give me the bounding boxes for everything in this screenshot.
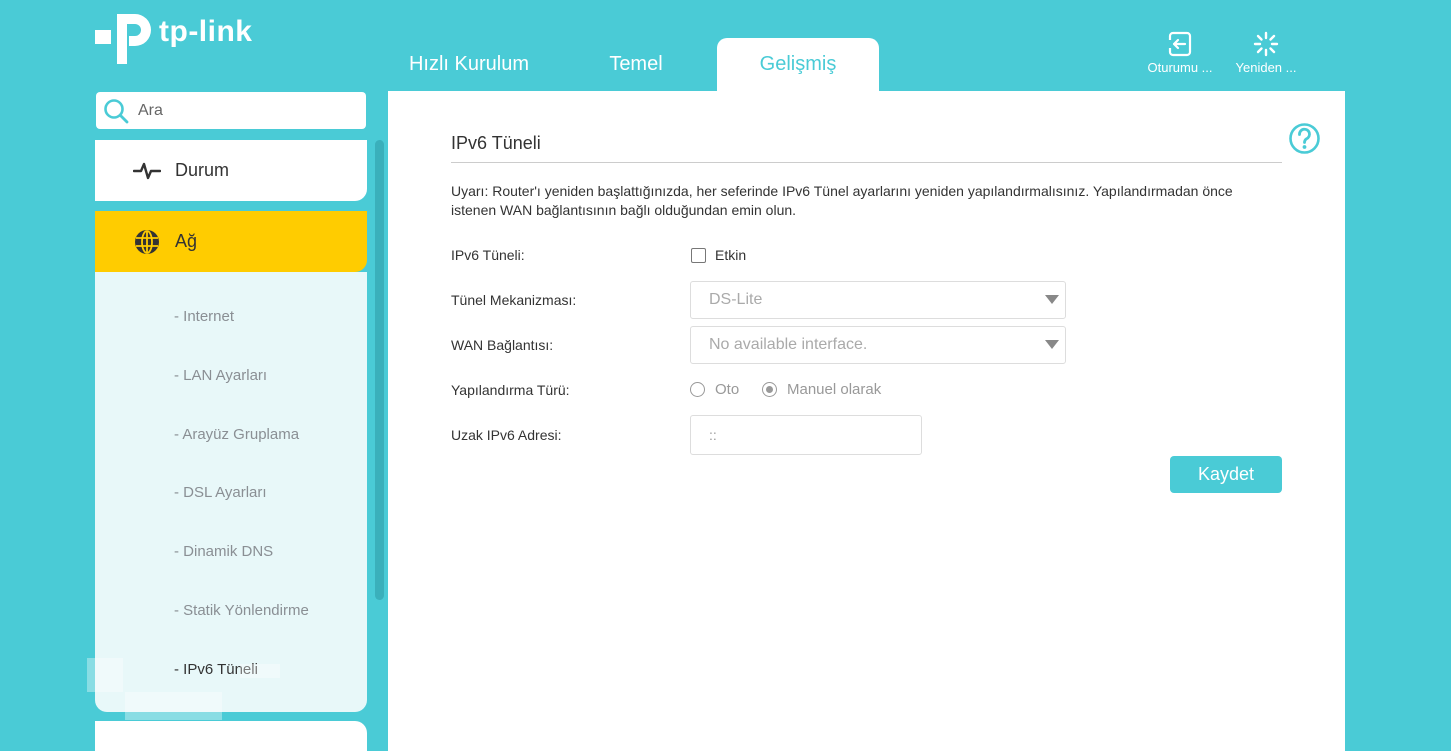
wan-connection-value: No available interface.	[709, 336, 868, 353]
title-divider	[451, 162, 1282, 163]
tp-link-logo-icon	[95, 14, 151, 64]
search-icon[interactable]	[96, 92, 136, 129]
reboot-label: Yeniden ...	[1235, 60, 1297, 75]
reboot-icon	[1227, 30, 1305, 58]
enable-checkbox-label[interactable]: Etkin	[715, 247, 746, 263]
decorative-overlay	[240, 664, 280, 678]
tp-link-logo: tp-link	[95, 6, 253, 66]
sidebar-item-status-label: Durum	[175, 160, 230, 180]
config-manual-radio[interactable]	[762, 382, 777, 397]
submenu-item-interface-grouping[interactable]: - Arayüz Gruplama	[174, 426, 299, 443]
reboot-button[interactable]: Yeniden ...	[1227, 30, 1305, 75]
search-box	[96, 92, 366, 129]
radio-selected-dot	[766, 386, 773, 393]
warning-text: Uyarı: Router'ı yeniden başlattığınızda,…	[451, 183, 1233, 218]
remote-ipv6-field	[690, 415, 922, 455]
logout-button[interactable]: Oturumu ...	[1141, 30, 1219, 75]
tab-quick-setup[interactable]: Hızlı Kurulum	[380, 38, 558, 91]
logo-text: tp-link	[159, 15, 253, 48]
ipv6-tunnel-label: IPv6 Tüneli:	[451, 247, 525, 263]
submenu-item-dynamic-dns[interactable]: - Dinamik DNS	[174, 543, 273, 560]
config-manual-label[interactable]: Manuel olarak	[787, 381, 881, 398]
submenu-item-dsl[interactable]: - DSL Ayarları	[174, 484, 267, 501]
submenu-item-internet[interactable]: - Internet	[174, 308, 234, 325]
page-title: IPv6 Tüneli	[451, 133, 541, 153]
main-tabs: Hızlı Kurulum Temel Gelişmiş	[380, 38, 879, 91]
network-submenu: - Internet - LAN Ayarları - Arayüz Grupl…	[95, 272, 367, 712]
tunnel-mechanism-value: DS-Lite	[709, 291, 763, 308]
globe-icon	[129, 229, 165, 255]
sidebar-item-network[interactable]: Ağ	[95, 211, 367, 272]
decorative-overlay	[125, 692, 222, 720]
search-input[interactable]	[136, 100, 360, 121]
config-auto-radio[interactable]	[690, 382, 705, 397]
tunnel-mechanism-select[interactable]: DS-Lite	[690, 281, 1066, 319]
pulse-icon	[129, 161, 165, 181]
logout-label: Oturumu ...	[1147, 60, 1213, 75]
wan-connection-label: WAN Bağlantısı:	[451, 337, 554, 353]
sidebar-item-network-label: Ağ	[175, 231, 198, 251]
logout-icon	[1141, 30, 1219, 58]
sidebar-scrollbar[interactable]	[375, 140, 384, 600]
tunnel-mechanism-label: Tünel Mekanizması:	[451, 292, 577, 308]
chevron-down-icon	[1045, 295, 1059, 304]
remote-ipv6-label: Uzak IPv6 Adresi:	[451, 427, 562, 443]
sidebar-item-next[interactable]	[95, 721, 367, 751]
tab-basic[interactable]: Temel	[558, 38, 714, 91]
chevron-down-icon	[1045, 340, 1059, 349]
tab-advanced[interactable]: Gelişmiş	[717, 38, 879, 91]
remote-ipv6-input[interactable]	[707, 426, 911, 444]
save-button[interactable]: Kaydet	[1170, 456, 1282, 493]
config-auto-label[interactable]: Oto	[715, 381, 739, 398]
config-type-label: Yapılandırma Türü:	[451, 382, 570, 398]
ipv6-tunnel-enable-checkbox[interactable]	[691, 248, 706, 263]
wan-connection-select[interactable]: No available interface.	[690, 326, 1066, 364]
submenu-item-static-routing[interactable]: - Statik Yönlendirme	[174, 602, 309, 619]
submenu-item-lan[interactable]: - LAN Ayarları	[174, 367, 267, 384]
decorative-overlay	[87, 658, 123, 692]
sidebar-item-status[interactable]: Durum	[95, 140, 367, 201]
help-icon[interactable]	[1288, 122, 1321, 160]
